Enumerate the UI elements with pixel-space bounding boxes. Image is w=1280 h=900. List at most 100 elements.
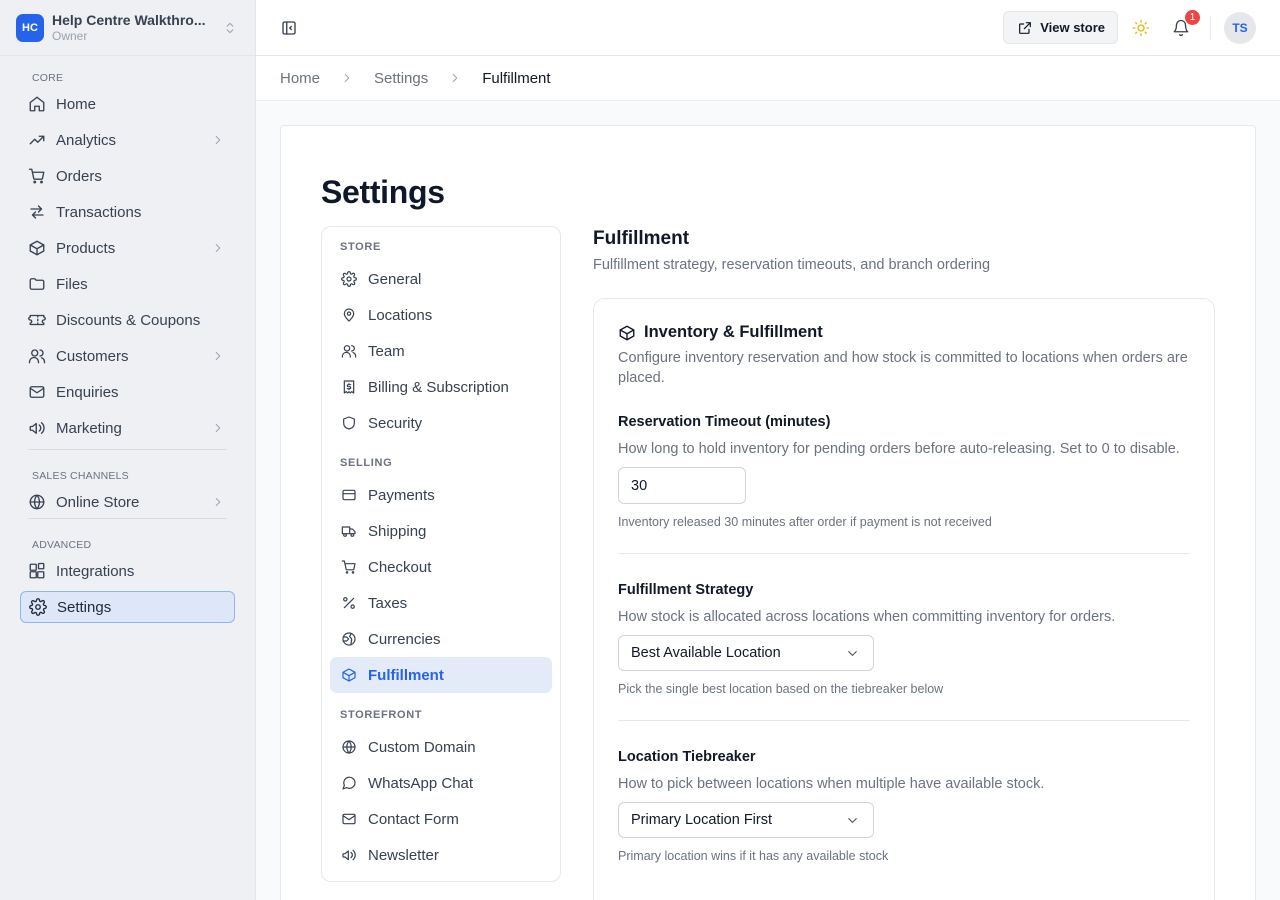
- fulfillment-strategy-select[interactable]: Best Available Location: [618, 635, 874, 671]
- chevron-right-icon: [446, 69, 464, 87]
- sidebar-item-products[interactable]: Products: [20, 232, 235, 264]
- sidebar-item-enquiries[interactable]: Enquiries: [20, 376, 235, 408]
- cart-icon: [340, 558, 358, 576]
- tiebreaker-label: Location Tiebreaker: [618, 749, 756, 765]
- ticket-icon: [28, 311, 46, 329]
- sidebar-section-core: CORE: [32, 72, 64, 84]
- subnav-item-billing-and-subscription[interactable]: Billing & Subscription: [330, 369, 552, 405]
- sidebar-section-sales-channels: SALES CHANNELS: [32, 470, 129, 482]
- subnav-gap: [322, 441, 560, 453]
- sidebar-item-transactions[interactable]: Transactions: [20, 196, 235, 228]
- subnav-item-newsletter[interactable]: Newsletter: [330, 837, 552, 873]
- chat-icon: [340, 774, 358, 792]
- subnav-item-shipping[interactable]: Shipping: [330, 513, 552, 549]
- subnav-item-payments[interactable]: Payments: [330, 477, 552, 513]
- sidebar-item-discounts-and-coupons[interactable]: Discounts & Coupons: [20, 304, 235, 336]
- sidebar-item-label: Analytics: [56, 131, 117, 149]
- sidebar-item-label: Integrations: [56, 562, 135, 580]
- breadcrumb-settings[interactable]: Settings: [374, 70, 428, 87]
- breadcrumb: Home Settings Fulfillment: [256, 56, 1280, 101]
- subnav-item-label: Team: [368, 342, 405, 360]
- reservation-hint: Inventory released 30 minutes after orde…: [618, 515, 992, 529]
- strategy-description: How stock is allocated across locations …: [618, 609, 1116, 625]
- sidebar-item-label: Transactions: [56, 203, 142, 221]
- megaphone-icon: [28, 419, 46, 437]
- sidebar-toggle-icon[interactable]: [280, 19, 298, 37]
- subnav-item-general[interactable]: General: [330, 261, 552, 297]
- topbar-divider: [1210, 15, 1211, 40]
- subnav-item-whatsapp-chat[interactable]: WhatsApp Chat: [330, 765, 552, 801]
- workspace-name: Help Centre Walkthro...: [52, 12, 206, 28]
- subnav-item-security[interactable]: Security: [330, 405, 552, 441]
- box-icon: [28, 239, 46, 257]
- workspace-switcher[interactable]: HC Help Centre Walkthro... Owner: [0, 0, 255, 56]
- sidebar-item-label: Home: [56, 95, 97, 113]
- arrows-icon: [28, 203, 46, 221]
- subnav-section-storefront: STOREFRONT: [340, 709, 423, 721]
- notification-badge: 1: [1185, 9, 1200, 25]
- strategy-hint: Pick the single best location based on t…: [618, 682, 944, 696]
- subnav-item-checkout[interactable]: Checkout: [330, 549, 552, 585]
- sidebar-item-label: Online Store: [56, 493, 140, 511]
- reservation-timeout-input[interactable]: 30: [618, 467, 746, 504]
- mail-icon: [340, 810, 358, 828]
- sidebar-item-settings[interactable]: Settings: [20, 591, 235, 623]
- subnav-section-store: STORE: [340, 241, 381, 253]
- subnav-item-fulfillment[interactable]: Fulfillment: [330, 657, 552, 693]
- page-title: Settings: [321, 174, 445, 210]
- subnav-item-label: Custom Domain: [368, 738, 476, 756]
- subnav-item-team[interactable]: Team: [330, 333, 552, 369]
- view-store-button[interactable]: View store: [1003, 11, 1118, 44]
- card-icon: [340, 486, 358, 504]
- sidebar-item-label: Products: [56, 239, 116, 257]
- sidebar-item-label: Customers: [56, 347, 129, 365]
- sidebar-item-label: Marketing: [56, 419, 122, 437]
- sidebar-item-integrations[interactable]: Integrations: [20, 555, 235, 587]
- subnav-item-label: Checkout: [368, 558, 432, 576]
- view-store-label: View store: [1040, 20, 1105, 35]
- panel-description: Configure inventory reservation and how …: [618, 350, 1188, 386]
- chevrons-up-down-icon: [221, 19, 239, 37]
- sidebar-item-analytics[interactable]: Analytics: [20, 124, 235, 156]
- subnav-item-label: Shipping: [368, 522, 427, 540]
- subnav-item-locations[interactable]: Locations: [330, 297, 552, 333]
- inventory-panel: Inventory & Fulfillment Configure invent…: [593, 298, 1215, 900]
- users-icon: [28, 347, 46, 365]
- sidebar-item-label: Discounts & Coupons: [56, 311, 201, 329]
- location-tiebreaker-select[interactable]: Primary Location First: [618, 802, 874, 838]
- sidebar-item-label: Orders: [56, 167, 102, 185]
- sidebar-item-orders[interactable]: Orders: [20, 160, 235, 192]
- pin-icon: [340, 306, 358, 324]
- chevron-right-icon: [338, 69, 356, 87]
- sidebar-item-files[interactable]: Files: [20, 268, 235, 300]
- sidebar-item-customers[interactable]: Customers: [20, 340, 235, 372]
- subnav-item-currencies[interactable]: Currencies: [330, 621, 552, 657]
- cart-icon: [28, 167, 46, 185]
- section-description: Fulfillment strategy, reservation timeou…: [593, 257, 991, 273]
- breadcrumb-home[interactable]: Home: [280, 70, 320, 87]
- subnav-item-taxes[interactable]: Taxes: [330, 585, 552, 621]
- folder-icon: [28, 275, 46, 293]
- subnav-item-label: Locations: [368, 306, 433, 324]
- panel-title: Inventory & Fulfillment: [644, 323, 823, 341]
- truck-icon: [340, 522, 358, 540]
- strategy-label: Fulfillment Strategy: [618, 582, 754, 598]
- tiebreaker-hint: Primary location wins if it has any avai…: [618, 849, 889, 863]
- sidebar-item-marketing[interactable]: Marketing: [20, 412, 235, 444]
- divider: [618, 553, 1190, 554]
- sidebar-item-online-store[interactable]: Online Store: [20, 486, 235, 518]
- sidebar-divider: [28, 449, 227, 450]
- gear-icon: [340, 270, 358, 288]
- subnav-item-label: Billing & Subscription: [368, 378, 509, 396]
- box-icon: [618, 324, 636, 342]
- notifications-button[interactable]: 1: [1172, 9, 1200, 37]
- sun-icon[interactable]: [1132, 19, 1150, 37]
- strategy-field: Fulfillment Strategy How stock is alloca…: [618, 582, 1190, 696]
- subnav-item-custom-domain[interactable]: Custom Domain: [330, 729, 552, 765]
- subnav-gap: [322, 693, 560, 705]
- avatar[interactable]: TS: [1224, 11, 1256, 44]
- sidebar-item-home[interactable]: Home: [20, 88, 235, 120]
- subnav-item-contact-form[interactable]: Contact Form: [330, 801, 552, 837]
- chevron-right-icon: [209, 493, 227, 511]
- percent-icon: [340, 594, 358, 612]
